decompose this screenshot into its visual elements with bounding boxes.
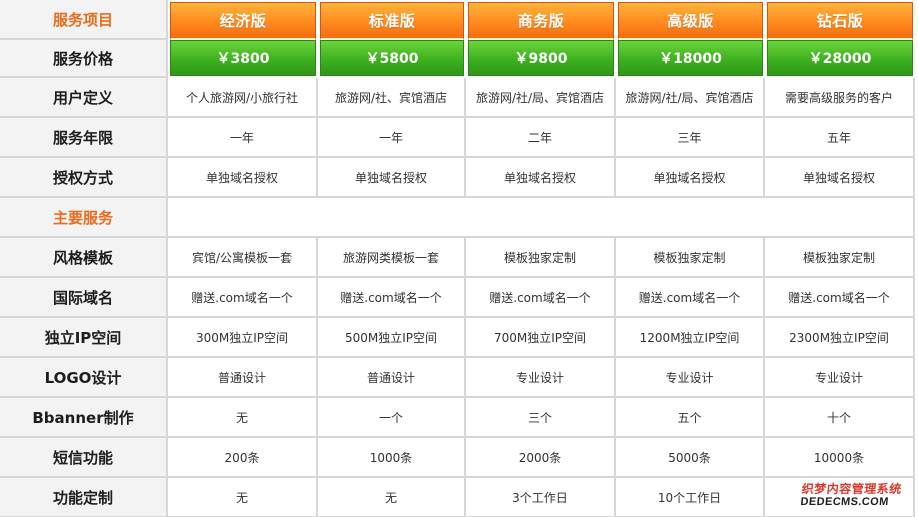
authorization-diamond: 单独域名授权 — [765, 158, 915, 198]
user-definition-diamond: 需要高级服务的客户 — [765, 78, 915, 118]
service-years-business: 二年 — [466, 118, 616, 158]
sms-function-standard: 1000条 — [318, 438, 466, 478]
authorization-advanced: 单独域名授权 — [616, 158, 765, 198]
style-template-advanced: 模板独家定制 — [616, 238, 765, 278]
plan-advanced-header: 高级版 — [618, 2, 763, 40]
custom-function-advanced: 10个工作日 — [616, 478, 765, 517]
plan-standard-price: ￥5800 — [320, 40, 464, 76]
international-domain-label: 国际域名 — [0, 278, 168, 318]
custom-function-standard: 无 — [318, 478, 466, 517]
banner-making-standard: 一个 — [318, 398, 466, 438]
authorization-economic: 单独域名授权 — [168, 158, 318, 198]
sms-function-label: 短信功能 — [0, 438, 168, 478]
user-definition-label: 用户定义 — [0, 78, 168, 118]
plan-diamond-header: 钻石版 — [767, 2, 913, 40]
banner-making-business: 三个 — [466, 398, 616, 438]
plan-business-header: 商务版 — [468, 2, 614, 40]
custom-function-economic: 无 — [168, 478, 318, 517]
banner-making-economic: 无 — [168, 398, 318, 438]
dedicated-ip-diamond: 2300M独立IP空间 — [765, 318, 915, 358]
sms-function-economic: 200条 — [168, 438, 318, 478]
logo-design-standard: 普通设计 — [318, 358, 466, 398]
dedicated-ip-advanced: 1200M独立IP空间 — [616, 318, 765, 358]
plan-economic-price: ￥3800 — [170, 40, 316, 76]
style-template-business: 模板独家定制 — [466, 238, 616, 278]
authorization-label: 授权方式 — [0, 158, 168, 198]
international-domain-advanced: 赠送.com域名一个 — [616, 278, 765, 318]
custom-function-diamond — [765, 478, 915, 517]
service-years-advanced: 三年 — [616, 118, 765, 158]
style-template-economic: 宾馆/公寓模板一套 — [168, 238, 318, 278]
sms-function-advanced: 5000条 — [616, 438, 765, 478]
pricing-table: 服务项目 经济版 标准版 商务版 高级版 钻石版 服务价格 ￥3800 ￥580… — [0, 0, 918, 517]
custom-function-business: 3个工作日 — [466, 478, 616, 517]
banner-making-diamond: 十个 — [765, 398, 915, 438]
logo-design-business: 专业设计 — [466, 358, 616, 398]
plan-advanced-price: ￥18000 — [618, 40, 763, 76]
service-items-header: 服务项目 — [0, 0, 168, 40]
user-definition-standard: 旅游网/社、宾馆酒店 — [318, 78, 466, 118]
plan-standard-header: 标准版 — [320, 2, 464, 40]
sms-function-diamond: 10000条 — [765, 438, 915, 478]
style-template-label: 风格模板 — [0, 238, 168, 278]
international-domain-standard: 赠送.com域名一个 — [318, 278, 466, 318]
custom-function-label: 功能定制 — [0, 478, 168, 517]
authorization-standard: 单独域名授权 — [318, 158, 466, 198]
style-template-diamond: 模板独家定制 — [765, 238, 915, 278]
international-domain-business: 赠送.com域名一个 — [466, 278, 616, 318]
banner-making-advanced: 五个 — [616, 398, 765, 438]
service-years-standard: 一年 — [318, 118, 466, 158]
user-definition-business: 旅游网/社/局、宾馆酒店 — [466, 78, 616, 118]
logo-design-diamond: 专业设计 — [765, 358, 915, 398]
plan-diamond-price: ￥28000 — [767, 40, 913, 76]
dedicated-ip-business: 700M独立IP空间 — [466, 318, 616, 358]
banner-making-label: Bbanner制作 — [0, 398, 168, 438]
service-years-economic: 一年 — [168, 118, 318, 158]
plan-economic-header: 经济版 — [170, 2, 316, 40]
dedicated-ip-economic: 300M独立IP空间 — [168, 318, 318, 358]
service-years-label: 服务年限 — [0, 118, 168, 158]
authorization-business: 单独域名授权 — [466, 158, 616, 198]
main-services-label: 主要服务 — [0, 198, 168, 238]
style-template-standard: 旅游网类模板一套 — [318, 238, 466, 278]
user-definition-economic: 个人旅游网/小旅行社 — [168, 78, 318, 118]
service-price-label: 服务价格 — [0, 40, 168, 78]
sms-function-business: 2000条 — [466, 438, 616, 478]
user-definition-advanced: 旅游网/社/局、宾馆酒店 — [616, 78, 765, 118]
main-services-spacer — [168, 198, 915, 238]
logo-design-economic: 普通设计 — [168, 358, 318, 398]
dedicated-ip-label: 独立IP空间 — [0, 318, 168, 358]
logo-design-label: LOGO设计 — [0, 358, 168, 398]
logo-design-advanced: 专业设计 — [616, 358, 765, 398]
international-domain-diamond: 赠送.com域名一个 — [765, 278, 915, 318]
pricing-table-page: 服务项目 经济版 标准版 商务版 高级版 钻石版 服务价格 ￥3800 ￥580… — [0, 0, 918, 517]
international-domain-economic: 赠送.com域名一个 — [168, 278, 318, 318]
dedicated-ip-standard: 500M独立IP空间 — [318, 318, 466, 358]
plan-business-price: ￥9800 — [468, 40, 614, 76]
service-years-diamond: 五年 — [765, 118, 915, 158]
